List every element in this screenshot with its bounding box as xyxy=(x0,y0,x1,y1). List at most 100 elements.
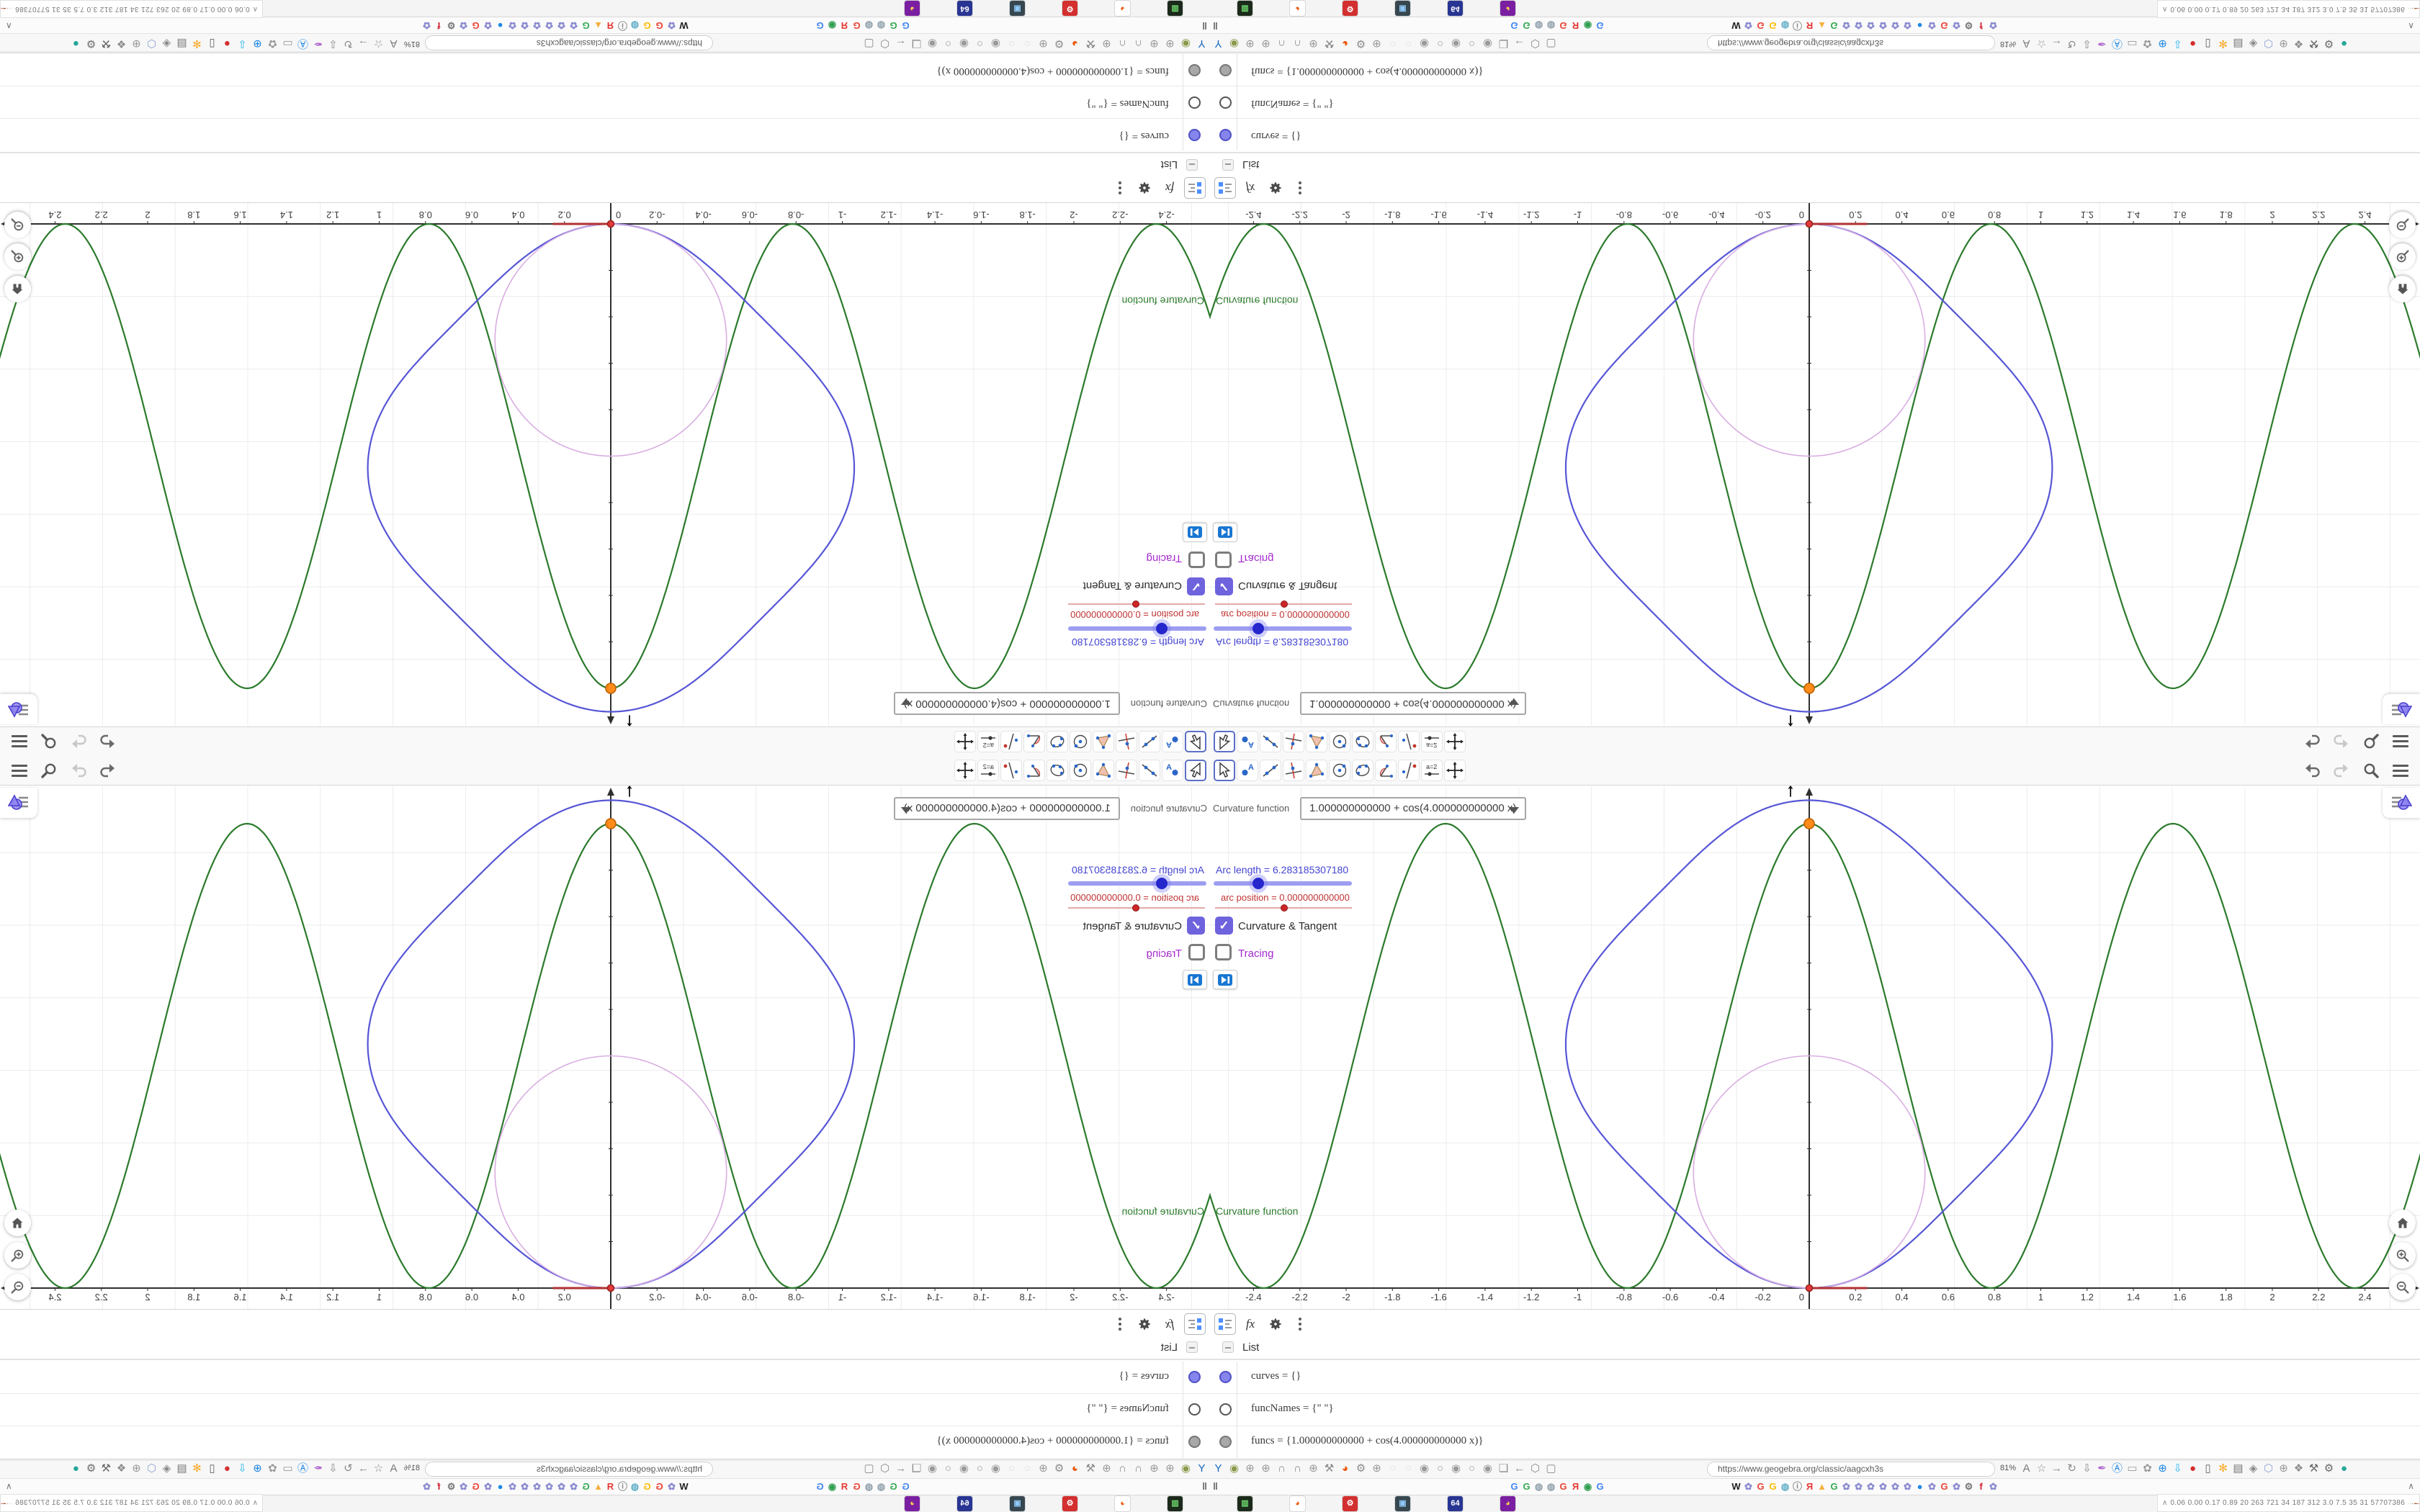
tool-reflect-about-line[interactable] xyxy=(1398,731,1420,752)
translate-blue-icon[interactable]: Ⓐ xyxy=(296,1461,310,1477)
pause-icon[interactable]: ‖ xyxy=(1213,1480,1218,1492)
headset-icon[interactable]: ∩ xyxy=(1291,1461,1304,1477)
globe-icon[interactable]: ⊕ xyxy=(1243,1461,1257,1477)
home-button[interactable] xyxy=(2389,276,2416,302)
bookmark-site-icon[interactable]: ◍ xyxy=(1546,1480,1556,1494)
plot-canvas[interactable]: -2.4 -2.2 -2 -1.8 -1.6 -1.4 -1.2 -1 -0.8 -0.6 -0.4… xyxy=(0,203,1210,726)
bookmark-flower-icon[interactable]: ✿ xyxy=(458,1480,469,1494)
puzzle-icon[interactable]: ❖ xyxy=(2292,1461,2305,1477)
gear-flower-icon[interactable]: ✿ xyxy=(2141,1461,2154,1477)
globe-icon[interactable]: ⊕ xyxy=(1147,1461,1161,1477)
bookmark-google-icon[interactable]: G xyxy=(851,1480,862,1494)
taskbar-app-owl-icon[interactable]: ◕ xyxy=(1500,1496,1515,1511)
arc-position-slider-knob[interactable] xyxy=(1132,600,1139,608)
address-bar[interactable]: https://www.geogebra.org/classic/aagcxh3… xyxy=(1707,1462,1995,1477)
curvature-function-input[interactable]: 1.000000000000 + cos(4.000000000000 x) xyxy=(1300,692,1526,715)
pen-icon[interactable]: ✒ xyxy=(2095,1461,2109,1477)
algebra-descriptions-button[interactable]: fx xyxy=(1159,177,1180,199)
tool-perpendicular-line[interactable] xyxy=(1283,731,1304,752)
tool-circle-center-point[interactable] xyxy=(1329,731,1350,752)
tool-ellipse[interactable] xyxy=(1352,731,1373,752)
folder-icon[interactable]: ❏ xyxy=(1497,1461,1510,1477)
globe-gray-icon[interactable]: ⊕ xyxy=(130,1461,143,1477)
tool-polygon[interactable] xyxy=(1306,731,1327,752)
sort-objects-button[interactable] xyxy=(1184,177,1206,199)
visibility-toggle-funcNames[interactable] xyxy=(1188,1403,1201,1416)
firefox-icon[interactable]: ◕ xyxy=(1068,35,1082,51)
bookmark-flower-icon[interactable]: ✿ xyxy=(1927,1480,1937,1494)
settings-gear-button[interactable] xyxy=(1134,177,1155,199)
back-arrow-icon[interactable]: ← xyxy=(1512,1461,1526,1477)
lock-icon[interactable]: ▢ xyxy=(1544,35,1558,51)
bookmark-yandex-icon[interactable]: Я xyxy=(839,1480,850,1494)
shield-icon[interactable]: ⬡ xyxy=(1528,1461,1542,1477)
tool-circle-center-point[interactable] xyxy=(1070,731,1091,752)
algebra-descriptions-button[interactable]: fx xyxy=(1240,177,1261,199)
shield-icon[interactable]: ⬡ xyxy=(1528,35,1542,51)
taskbar-app-terminal-icon[interactable]: ▥ xyxy=(1168,1,1183,16)
bookmark-wikipedia-icon[interactable]: W xyxy=(678,1480,689,1494)
bookmark-gear-icon[interactable]: ⚙ xyxy=(1963,18,1974,32)
tool-move[interactable] xyxy=(1185,760,1206,781)
gear-flower-icon[interactable]: ✿ xyxy=(266,35,279,51)
graphics-view[interactable]: -2.4 -2.2 -2 -1.8 -1.6 -1.4 -1.2 -1 -0.8 -0.6 -0.4… xyxy=(0,784,1210,1309)
sort-objects-button[interactable] xyxy=(1214,177,1236,199)
globe-icon[interactable]: ⊕ xyxy=(1307,35,1320,51)
address-bar[interactable]: https://www.geogebra.org/classic/aagcxh3… xyxy=(425,1462,713,1477)
visibility-toggle-funcs[interactable] xyxy=(1188,1436,1201,1448)
bookmark-flower-icon[interactable]: ✿ xyxy=(1743,18,1754,32)
bookmark-site-green-icon[interactable]: ◉ xyxy=(827,18,838,32)
radio-on-icon[interactable]: ◉ xyxy=(1449,35,1463,51)
main-menu-icon[interactable] xyxy=(10,732,29,751)
download-shield-icon[interactable]: ⇩ xyxy=(236,35,249,51)
play-animation-button[interactable] xyxy=(1213,523,1237,542)
bookmark-site-icon[interactable]: ◍ xyxy=(876,18,887,32)
tool-angle[interactable] xyxy=(1375,731,1397,752)
tool-angle[interactable] xyxy=(1023,731,1045,752)
ghost-slot-icon[interactable]: ○ xyxy=(1021,35,1034,51)
bookmark-dot-blue-icon[interactable]: ● xyxy=(495,18,506,32)
bookmark-flower-icon[interactable]: ✿ xyxy=(1951,1480,1962,1494)
reload-icon[interactable]: ↻ xyxy=(341,35,355,51)
pause-icon[interactable]: ‖ xyxy=(1213,20,1218,32)
gear-icon[interactable]: ⚙ xyxy=(84,35,98,51)
bookmark-google-icon[interactable]: G xyxy=(642,18,653,32)
arc-position-point[interactable] xyxy=(1805,1284,1814,1292)
globe-icon[interactable]: ⊕ xyxy=(1259,35,1273,51)
visibility-toggle-curves[interactable] xyxy=(1219,129,1232,141)
dot-teal-icon[interactable]: ● xyxy=(69,1461,83,1477)
archive-icon[interactable]: ▤ xyxy=(2231,1461,2245,1477)
visibility-toggle-funcs[interactable] xyxy=(1219,1436,1232,1448)
play-animation-button[interactable] xyxy=(1183,523,1207,542)
wrench-icon[interactable]: ⚒ xyxy=(2307,35,2321,51)
tool-ellipse[interactable] xyxy=(1047,760,1068,781)
bookmark-flower-icon[interactable]: ✿ xyxy=(519,18,530,32)
olive-circle-icon[interactable]: ◉ xyxy=(1179,35,1193,51)
tool-line[interactable] xyxy=(1260,760,1281,781)
bookmark-wikipedia-icon[interactable]: W xyxy=(678,18,689,32)
mouse-icon[interactable]: ▭ xyxy=(2125,1461,2139,1477)
tool-point[interactable]: A xyxy=(1237,760,1258,781)
tool-perpendicular-line[interactable] xyxy=(1116,760,1137,781)
bookmark-google-icon[interactable]: G xyxy=(1558,1480,1569,1494)
tool-reflect-about-line[interactable] xyxy=(1398,760,1420,781)
bookmark-flower-icon[interactable]: ✿ xyxy=(532,1480,542,1494)
visibility-toggle-curves[interactable] xyxy=(1188,1371,1201,1383)
redo-button[interactable] xyxy=(2332,732,2351,751)
star-bookmark-icon[interactable]: ☆ xyxy=(2035,35,2048,51)
redo-button[interactable] xyxy=(2332,761,2351,780)
algebra-row-funcNames[interactable]: funcNames = {" "} xyxy=(0,1394,1210,1426)
wrench-icon[interactable]: ⚒ xyxy=(1322,1461,1336,1477)
bookmark-flower-icon[interactable]: ✿ xyxy=(666,18,677,32)
bookmark-google-icon[interactable]: G xyxy=(1767,18,1778,32)
collapse-list-button[interactable] xyxy=(1186,159,1198,171)
add-circle-icon[interactable]: ⊕ xyxy=(2156,1461,2169,1477)
collapse-caret-icon[interactable]: ∧ xyxy=(2408,1481,2414,1491)
arc-length-slider-knob[interactable] xyxy=(1252,623,1264,634)
ghost-slot-icon[interactable]: ○ xyxy=(1402,1461,1415,1477)
tool-ellipse[interactable] xyxy=(1047,731,1068,752)
tool-circle-center-point[interactable] xyxy=(1329,760,1350,781)
bookmark-site-teal-icon[interactable]: ◍ xyxy=(629,18,640,32)
visibility-toggle-funcs[interactable] xyxy=(1219,64,1232,76)
add-circle-icon[interactable]: ⊕ xyxy=(2156,35,2169,51)
